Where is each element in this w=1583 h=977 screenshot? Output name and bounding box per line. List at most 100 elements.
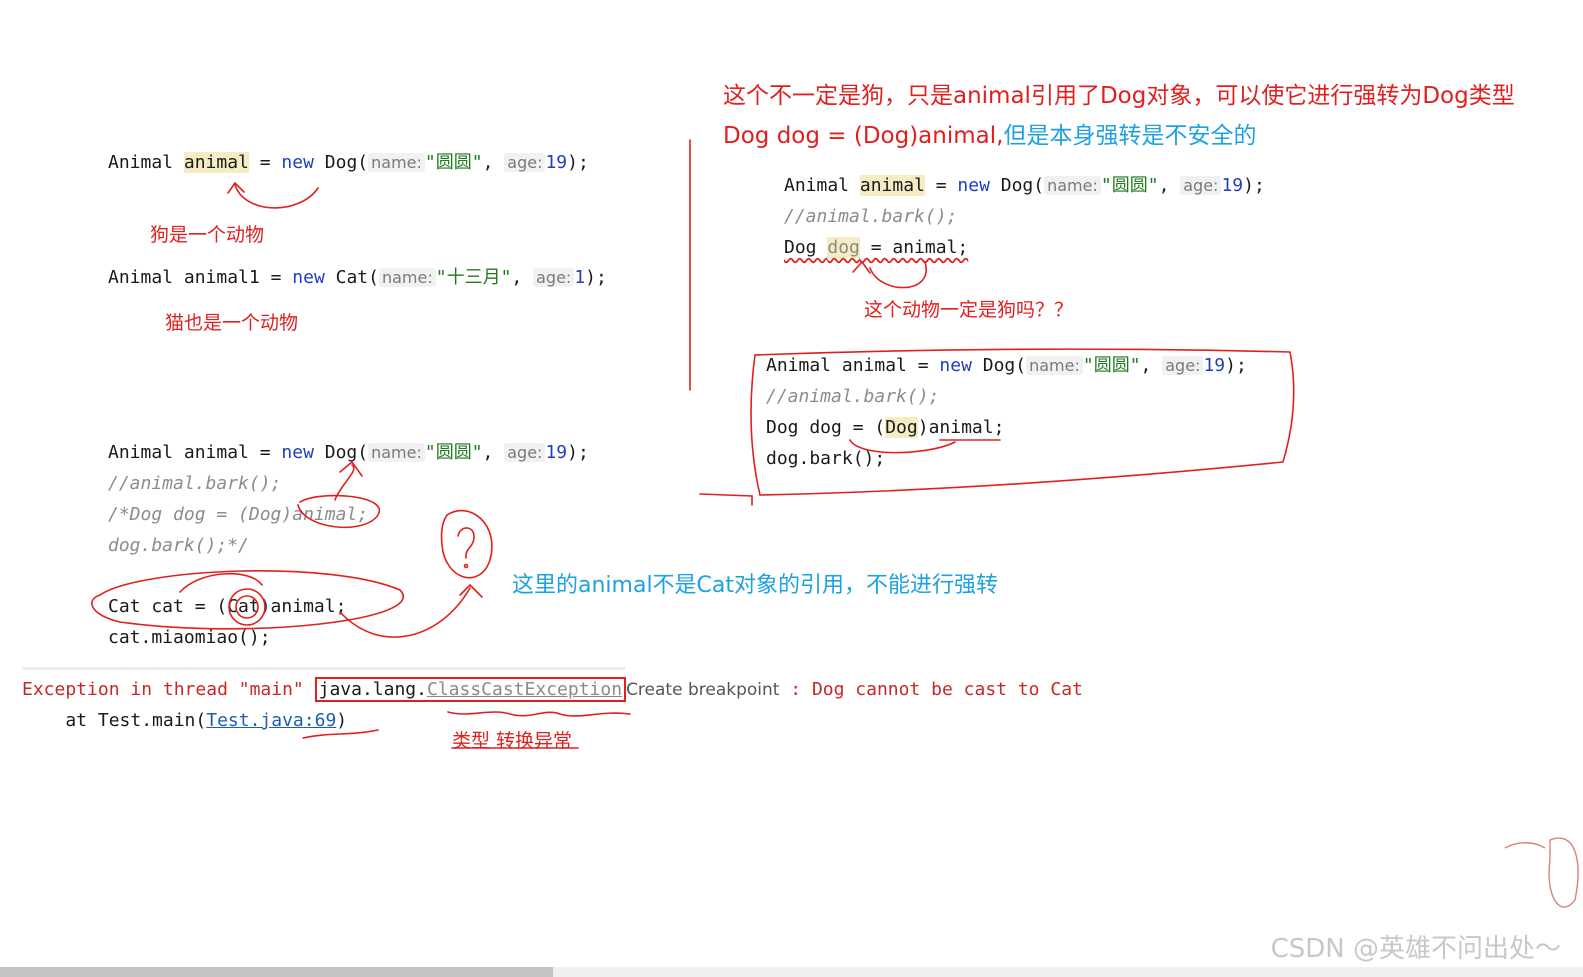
- statement-end: );: [567, 442, 589, 463]
- arrow-dog-animal: [234, 184, 319, 209]
- operator: =: [924, 175, 958, 196]
- code-text: Dog dog = (: [766, 417, 886, 438]
- code-text: Dog: [784, 237, 828, 258]
- horizontal-scrollbar[interactable]: [0, 967, 1583, 977]
- param-hint-age: age:: [1180, 176, 1222, 195]
- code-line-c4: dog.bark();*/: [108, 535, 249, 556]
- constructor: Dog(: [313, 442, 369, 463]
- code-line-e1: Animal animal = new Dog(name: "圆圆", age: 1…: [766, 355, 1247, 377]
- note-type-cast-exception: 类型 转换异常: [452, 730, 573, 752]
- note-dog-is-animal: 狗是一个动物: [150, 224, 265, 246]
- comma: ,: [1140, 355, 1163, 376]
- number-literal: 19: [1203, 355, 1226, 376]
- number-literal: 1: [574, 267, 586, 288]
- code-text: Animal animal =: [766, 355, 940, 376]
- code-line-e2: //animal.bark();: [766, 386, 940, 407]
- arrow-to-question: [339, 587, 471, 638]
- param-hint-age: age:: [1162, 356, 1204, 375]
- statement-end: );: [585, 267, 607, 288]
- note-cast-expression: Dog dog = (Dog)animal,: [723, 123, 1004, 149]
- code-text: = animal;: [859, 237, 969, 258]
- statement-end: );: [567, 152, 589, 173]
- code-line-c1: Animal animal = new Dog(name: "圆圆", age: 1…: [108, 442, 589, 464]
- console-line-stacktrace: at Test.main(Test.java:69): [22, 710, 347, 732]
- variable-token: animal: [859, 175, 925, 196]
- keyword-new: new: [939, 355, 972, 376]
- decoration-icon: [1504, 837, 1579, 908]
- console-text: Exception in thread "main": [22, 679, 315, 700]
- variable-token: dog: [827, 237, 860, 258]
- comma: ,: [511, 267, 534, 288]
- code-line-c3: /*Dog dog = (Dog)animal;: [108, 504, 369, 525]
- arrow-is-dog: [869, 261, 927, 289]
- param-hint-name: name:: [1026, 356, 1083, 375]
- note-cast-unsafe: Dog dog = (Dog)animal,但是本身强转是不安全的: [723, 116, 1256, 150]
- operator: =: [270, 267, 293, 288]
- code-line-e4: dog.bark();: [766, 448, 886, 469]
- number-literal: 19: [1221, 175, 1244, 196]
- code-line-c5: Cat cat = (Cat)animal;: [108, 596, 347, 617]
- type-token: Animal: [108, 267, 174, 288]
- code-line-e3: Dog dog = (Dog)animal;: [766, 417, 1004, 439]
- keyword-new: new: [292, 267, 325, 288]
- type-token: Animal: [784, 175, 860, 196]
- param-hint-age: age:: [533, 268, 575, 287]
- console-text: at Test.main(: [22, 710, 207, 731]
- question-circle: [440, 509, 493, 579]
- code-line-animal-dog: Animal animal = new Dog(name: "圆圆", age: 1…: [108, 152, 589, 174]
- string-literal: "圆圆": [1100, 175, 1159, 196]
- string-literal: "圆圆": [424, 152, 483, 173]
- string-literal: "十三月": [435, 267, 512, 288]
- constructor: Dog(: [989, 175, 1045, 196]
- constructor: Cat(: [324, 267, 379, 288]
- underline-exception: [447, 711, 631, 717]
- param-hint-name: name:: [368, 153, 425, 172]
- code-line-c6: cat.miaomiao();: [108, 627, 271, 648]
- variable-token: animal: [183, 152, 249, 173]
- create-breakpoint-popup[interactable]: Create breakpoint: [626, 680, 779, 700]
- statement-end: );: [1243, 175, 1265, 196]
- exception-class-link[interactable]: ClassCastException: [427, 679, 622, 700]
- comma: ,: [482, 442, 505, 463]
- type-token: Dog: [885, 417, 918, 438]
- exception-class-box[interactable]: java.lang.ClassCastException: [314, 677, 627, 702]
- type-token: Animal: [108, 152, 174, 173]
- string-literal: "圆圆": [1082, 355, 1141, 376]
- keyword-new: new: [281, 152, 314, 173]
- code-line-d2: //animal.bark();: [784, 206, 958, 227]
- note-top-explanation: 这个不一定是狗，只是animal引用了Dog对象，可以使它进行强转为Dog类型: [723, 83, 1515, 109]
- param-hint-age: age:: [504, 153, 546, 172]
- variable-token: animal1: [173, 267, 271, 288]
- source-file-link[interactable]: Test.java:69: [206, 710, 336, 731]
- code-text: )animal;: [917, 417, 1005, 438]
- code-line-d1: Animal animal = new Dog(name: "圆圆", age: 1…: [784, 175, 1265, 197]
- note-unsafe-text: 但是本身强转是不安全的: [1003, 123, 1257, 149]
- statement-end: );: [1225, 355, 1247, 376]
- number-literal: 19: [545, 152, 568, 173]
- param-hint-name: name:: [378, 268, 436, 287]
- comma: ,: [482, 152, 505, 173]
- scrollbar-thumb[interactable]: [0, 967, 553, 977]
- keyword-new: new: [957, 175, 990, 196]
- string-literal: "圆圆": [424, 442, 483, 463]
- constructor: Dog(: [971, 355, 1027, 376]
- number-literal: 19: [545, 442, 568, 463]
- code-line-c2: //animal.bark();: [108, 473, 282, 494]
- csdn-watermark: CSDN @英雄不问出处～: [1270, 934, 1561, 964]
- console-separator: [22, 667, 625, 670]
- note-cat-is-animal: 猫也是一个动物: [165, 312, 299, 334]
- param-hint-age: age:: [504, 443, 546, 462]
- constructor: Dog(: [313, 152, 369, 173]
- console-line-exception: Exception in thread "main" java.lang.Cla…: [22, 677, 1083, 702]
- keyword-new: new: [281, 442, 314, 463]
- console-text: ): [336, 710, 348, 731]
- code-line-d3: Dog dog = animal;: [784, 237, 968, 259]
- note-is-it-a-dog: 这个动物一定是狗吗？？: [864, 299, 1074, 321]
- code-text: Animal animal =: [108, 442, 282, 463]
- param-hint-name: name:: [1044, 176, 1101, 195]
- comma: ,: [1158, 175, 1181, 196]
- code-line-animal-cat: Animal animal1 = new Cat(name: "十三月", age…: [108, 267, 607, 289]
- operator: =: [248, 152, 282, 173]
- console-text: : Dog cannot be cast to Cat: [779, 679, 1083, 700]
- param-hint-name: name:: [368, 443, 425, 462]
